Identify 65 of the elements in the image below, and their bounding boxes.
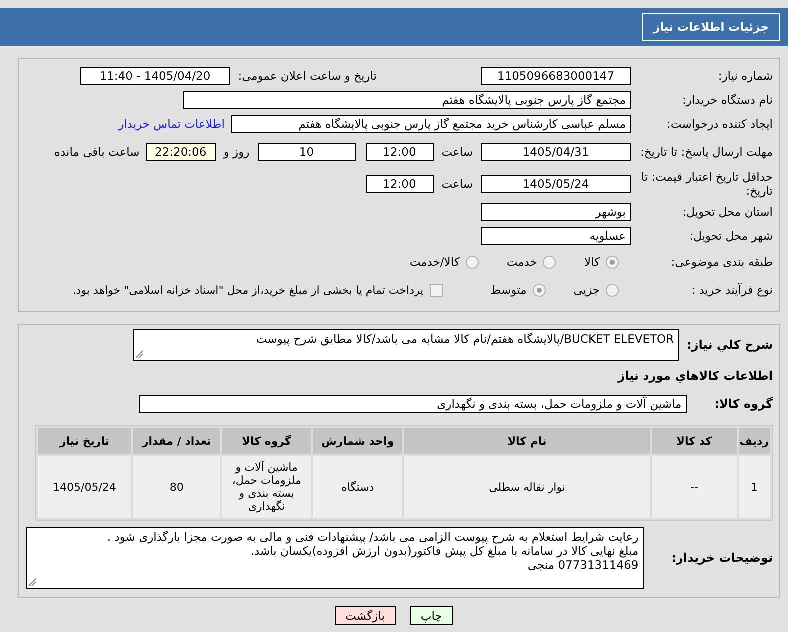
table-cell: ماشین آلات و ملزومات حمل، بسته بندی و نگهداری [222,456,312,518]
remaining-label: ساعت باقی مانده [54,145,140,159]
reply-time-field: 12:00 [366,143,434,161]
province-field: بوشهر [481,203,631,221]
field-label: توضیحات خریدار: [672,551,773,565]
price-time-field: 12:00 [366,175,434,193]
print-button[interactable]: چاپ [410,606,454,625]
section-heading: اطلاعات کالاهاي مورد نياز [618,369,773,383]
column-header: تعداد / مقدار [133,428,220,454]
payment-label: پرداخت تمام یا بخشی از مبلغ خرید،از محل "اسناد خزانه اسلامی" خواهد بود. [72,284,424,296]
field-label: شهر محل تحویل: [688,229,773,243]
radio-button[interactable] [466,256,479,268]
table-cell: 80 [133,456,220,518]
radio-button[interactable] [532,284,546,296]
column-header: تاریخ نیاز [38,428,132,454]
column-header: گروه کالا [222,428,312,454]
column-header: واحد شمارش [313,428,402,454]
radio-label: متوسط [490,283,527,297]
resize-grip-icon[interactable] [28,578,37,587]
buyer-org-field: مجتمع گاز پارس جنوبی پالایشگاه هفتم [183,91,631,109]
field-label: شماره نیاز: [717,69,773,83]
radio-label: جزیی [574,283,600,297]
back-button[interactable]: بازگشت [334,606,396,625]
field-label: شرح کلي نياز: [687,338,773,352]
time-label: ساعت [442,177,473,191]
field-label: تاریخ و ساعت اعلان عمومی: [238,69,377,83]
radio-button[interactable] [606,256,619,268]
field-label: طبقه بندی موضوعی: [670,255,773,269]
days-field: 10 [258,143,356,161]
radio-label: کالا [584,255,600,269]
table-cell: -- [652,456,737,518]
announce-date-field: 1405/04/20 - 11:40 [80,67,230,85]
column-header: ردیف [738,428,770,454]
radio-button[interactable] [606,284,619,296]
checkbox[interactable] [430,284,443,296]
goods-group-field: ماشین آلات و ملزومات حمل، بسته بندی و نگهداری [138,395,687,413]
table-cell: 1405/05/24 [38,456,132,518]
requester-field: مسلم عباسی کارشناس خرید مجتمع گاز پارس جنوبی پالایشگاه هفتم [231,115,631,133]
reply-date-field: 1405/04/31 [481,143,631,161]
resize-grip-icon[interactable] [135,350,144,359]
buyer-notes-field: رعایت شرایط استعلام به شرح پیوست الزامی می باشد/ پیشنهادات فنی و مالی به صورت مجزا بارگذاری شود . مبلغ نهایی کالا در سامانه با مبلغ کل پیش فاکتور(بدون ارزش افزوده)یکسان باشد. 07731311469 منجی [26,527,644,589]
field-label: مهلت ارسال پاسخ: تا تاریخ: [639,145,773,159]
column-header: نام کالا [404,428,650,454]
buyer-contact-link[interactable]: اطلاعات تماس خریدار [118,117,225,131]
field-label: نام دستگاه خریدار: [681,93,773,107]
page-title: جزئیات اطلاعات نیاز [642,13,780,41]
field-label: ایجاد کننده درخواست: [666,117,773,131]
field-label: استان محل تحویل: [682,205,773,219]
table-cell: نوار نقاله سطلی [404,456,650,518]
price-date-field: 1405/05/24 [481,175,631,193]
description-field: BUCKET ELEVETOR/پالایشگاه هفتم/نام کالا مشابه می باشد/کالا مطابق شرح پیوست [133,329,680,361]
days-label: روز و [224,145,250,159]
radio-label: خدمت [506,255,538,269]
time-label: ساعت [442,145,473,159]
field-label: گروه کالا: [714,397,773,411]
table-cell: 1 [738,456,770,518]
need-number-field: 1105096683000147 [481,67,631,85]
city-field: عسلویه [481,227,631,245]
table-cell: دستگاه [313,456,402,518]
field-label: حداقل تاریخ اعتبار قیمت: تا تاریخ: [640,170,773,198]
remaining-time-field: 22:20:06 [146,143,216,161]
field-label: نوع فرآیند خرید : [690,283,773,297]
column-header: کد کالا [652,428,737,454]
radio-label: کالا/خدمت [410,255,460,269]
radio-button[interactable] [543,256,556,268]
